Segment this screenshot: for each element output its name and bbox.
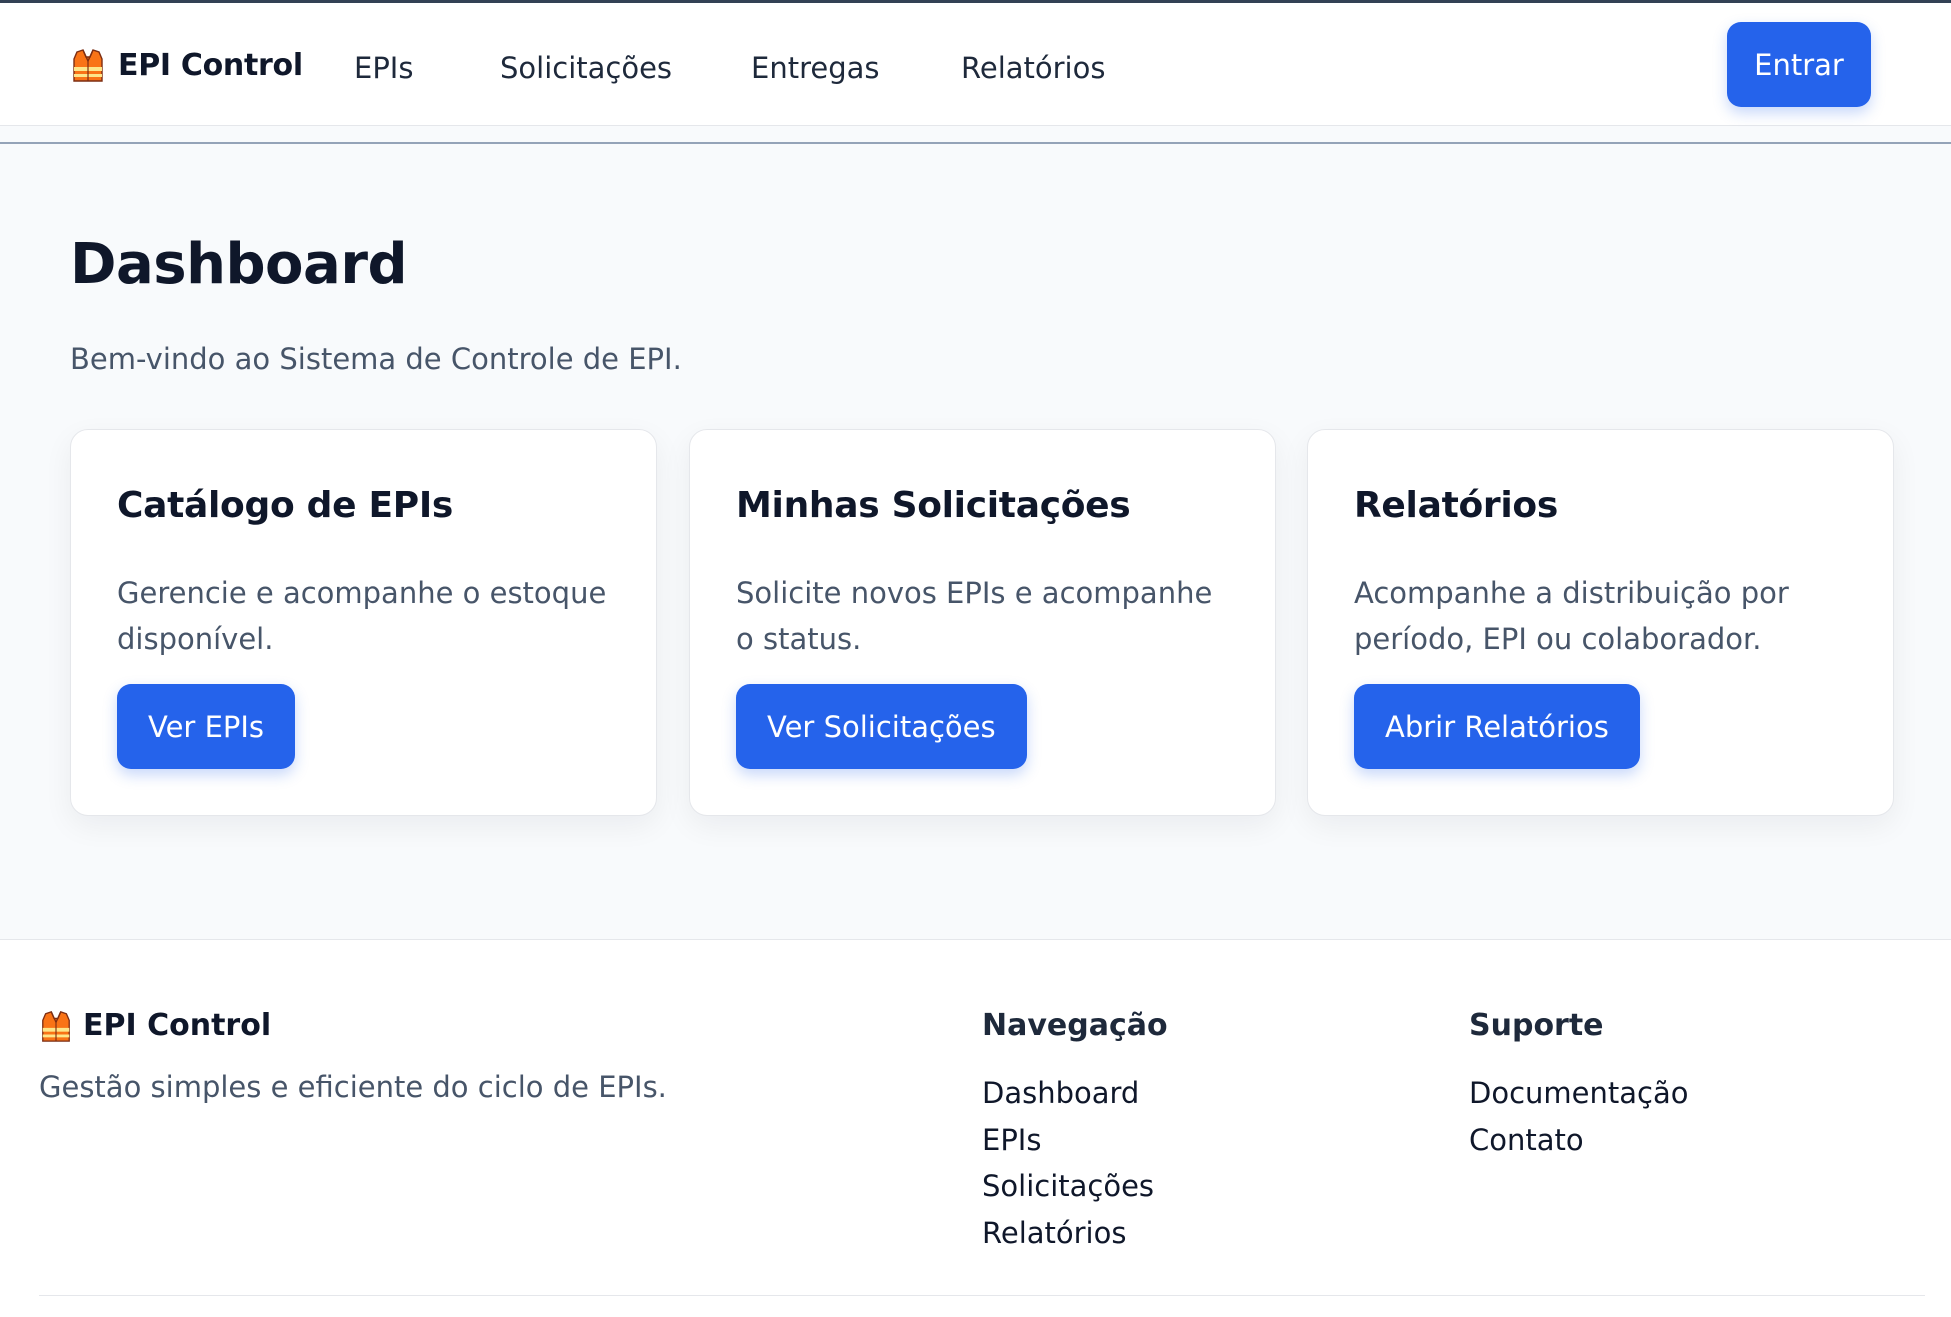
ver-solicitacoes-button[interactable]: Ver Solicitações [736,684,1027,769]
card-description: Gerencie e acompanhe o estoque disponíve… [117,576,607,656]
card-title: Relatórios [1354,485,1558,526]
footer-link-dashboard[interactable]: Dashboard [982,1070,1168,1117]
safety-vest-icon [42,1010,70,1042]
login-button[interactable]: Entrar [1727,22,1871,107]
footer-link-documentacao[interactable]: Documentação [1469,1070,1688,1117]
footer-navigation-title: Navegação [982,1008,1168,1043]
card-description: Solicite novos EPIs e acompanhe o status… [736,576,1213,656]
footer-link-solicitacoes[interactable]: Solicitações [982,1163,1168,1210]
header-divider [0,142,1951,144]
ver-epis-button[interactable]: Ver EPIs [117,684,296,769]
page-title: Dashboard [70,232,408,297]
footer-tagline: Gestão simples e eficiente do ciclo de E… [39,1070,667,1104]
card-description: Acompanhe a distribuição por período, EP… [1354,576,1789,656]
footer-support: Suporte Documentação Contato [1469,1008,1688,1163]
footer-brand-name: EPI Control [83,1008,272,1043]
nav-relatorios[interactable]: Relatórios [961,51,1105,85]
safety-vest-icon [73,49,103,82]
card-minhas-solicitacoes: Minhas Solicitações Solicite novos EPIs … [689,429,1276,816]
brand[interactable]: EPI Control [70,47,303,83]
footer-support-title: Suporte [1469,1008,1604,1043]
abrir-relatorios-button[interactable]: Abrir Relatórios [1354,684,1640,769]
footer-divider [39,1295,1925,1296]
footer-navigation: Navegação Dashboard EPIs Solicitações Re… [982,1008,1168,1256]
nav-solicitacoes[interactable]: Solicitações [500,51,672,85]
card-title: Minhas Solicitações [736,485,1131,526]
footer-link-contato[interactable]: Contato [1469,1117,1688,1164]
nav-epis[interactable]: EPIs [354,51,413,85]
footer: EPI Control Gestão simples e eficiente d… [0,939,1951,1317]
footer-link-relatorios[interactable]: Relatórios [982,1210,1168,1257]
card-relatorios: Relatórios Acompanhe a distribuição por … [1307,429,1894,816]
footer-brand: EPI Control [39,1008,271,1043]
card-title: Catálogo de EPIs [117,485,454,526]
nav-entregas[interactable]: Entregas [751,51,880,85]
top-navbar: EPI Control EPIs Solicitações Entregas R… [0,3,1951,126]
card-catalogo-epis: Catálogo de EPIs Gerencie e acompanhe o … [70,429,657,816]
page-subtitle: Bem-vindo ao Sistema de Controle de EPI. [70,342,682,376]
footer-link-epis[interactable]: EPIs [982,1117,1168,1164]
brand-name: EPI Control [118,47,303,83]
